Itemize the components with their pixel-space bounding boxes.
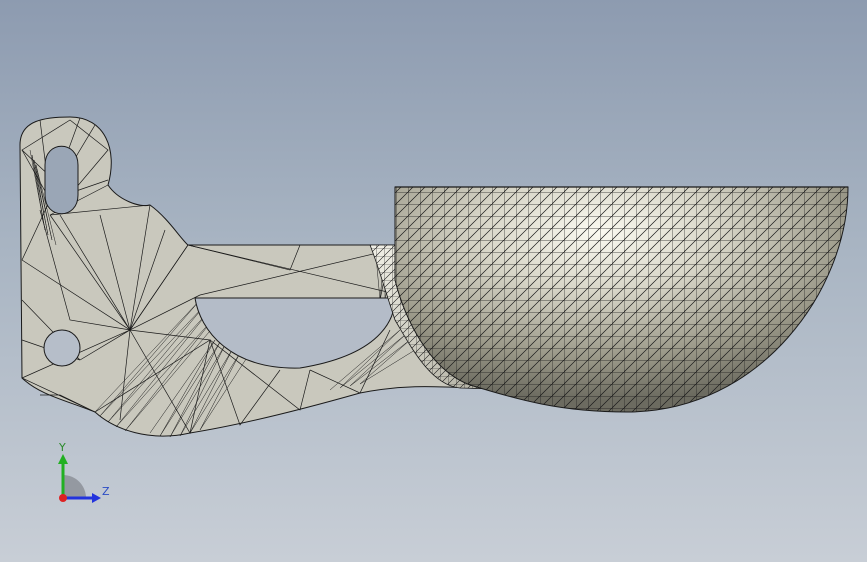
slot-hole (44, 145, 79, 215)
mesh-model[interactable] (0, 0, 867, 562)
y-axis-label: Y (59, 441, 66, 454)
coordinate-triad: Y Z (48, 440, 118, 510)
graphics-viewport[interactable]: Y Z (0, 0, 867, 562)
z-axis-label: Z (102, 485, 110, 498)
hemispherical-bowl (394, 186, 849, 413)
round-hole (43, 329, 81, 367)
